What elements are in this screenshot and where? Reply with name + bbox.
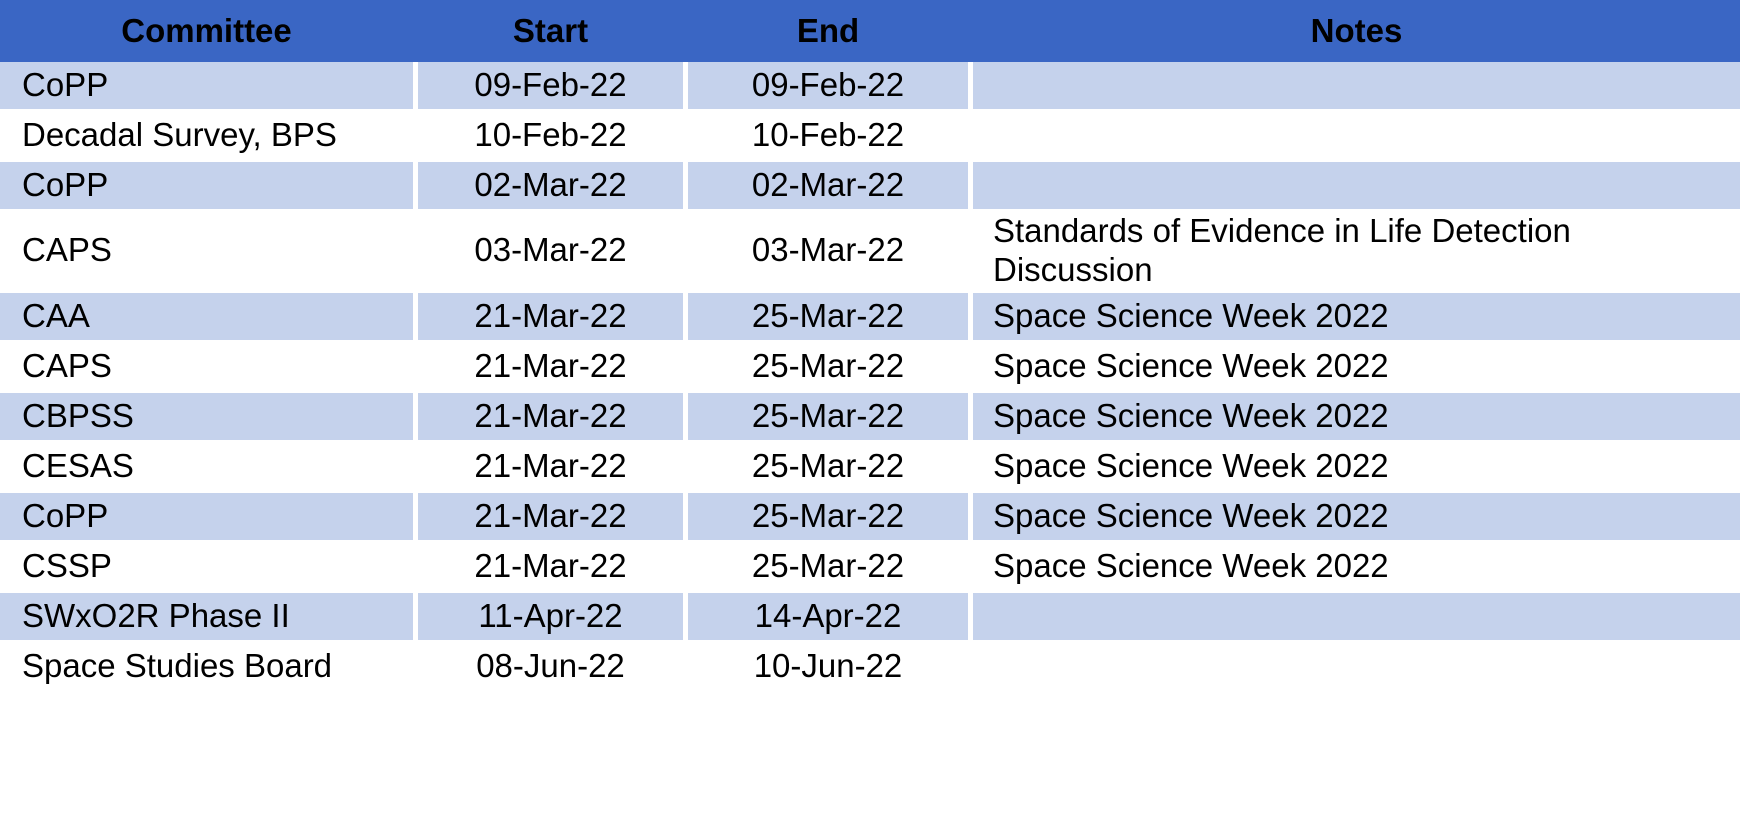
cell-notes xyxy=(973,642,1740,693)
cell-start: 21-Mar-22 xyxy=(418,342,683,393)
cell-end: 25-Mar-22 xyxy=(688,292,968,343)
cell-start: 21-Mar-22 xyxy=(418,292,683,343)
cell-start: 21-Mar-22 xyxy=(418,492,683,543)
cell-start: 03-Mar-22 xyxy=(418,212,683,293)
column-header-start[interactable]: Start xyxy=(418,0,683,62)
table-row[interactable]: Decadal Survey, BPS 10-Feb-22 10-Feb-22 xyxy=(0,112,1740,162)
table-row[interactable]: CBPSS 21-Mar-22 25-Mar-22 Space Science Wee… xyxy=(0,392,1740,443)
cell-notes: Space Science Week 2022 xyxy=(973,392,1740,443)
committee-schedule-table: Committee Start End Notes CoPP 09-Feb-22 0… xyxy=(0,0,1740,755)
cell-end: 25-Mar-22 xyxy=(688,542,968,593)
table-header: Committee Start End Notes xyxy=(0,0,1740,62)
column-header-notes[interactable]: Notes xyxy=(973,0,1740,62)
table-body: CoPP 09-Feb-22 09-Feb-22 Decadal Survey, BP… xyxy=(0,62,1740,755)
table-row[interactable]: CSSP 21-Mar-22 25-Mar-22 Space Science Week… xyxy=(0,542,1740,593)
table-row[interactable]: CAPS 03-Mar-22 03-Mar-22 Standards of Evide… xyxy=(0,212,1740,293)
cell-start: 11-Apr-22 xyxy=(418,592,683,643)
cell-end: 14-Apr-22 xyxy=(688,592,968,643)
cell-committee: CoPP xyxy=(0,162,413,212)
cell-committee: CESAS xyxy=(0,442,413,493)
table-bottom-spacer xyxy=(0,692,1740,755)
cell-end: 03-Mar-22 xyxy=(688,212,968,293)
cell-start: 21-Mar-22 xyxy=(418,442,683,493)
cell-start: 21-Mar-22 xyxy=(418,542,683,593)
cell-committee: Space Studies Board xyxy=(0,642,413,693)
table-row[interactable]: SWxO2R Phase II 11-Apr-22 14-Apr-22 xyxy=(0,592,1740,643)
cell-start: 10-Feb-22 xyxy=(418,112,683,162)
committee-schedule-table-container: Committee Start End Notes CoPP 09-Feb-22 0… xyxy=(0,0,1740,815)
cell-committee: CAPS xyxy=(0,342,413,393)
cell-notes xyxy=(973,162,1740,212)
cell-notes xyxy=(973,62,1740,112)
cell-committee: CSSP xyxy=(0,542,413,593)
cell-notes: Space Science Week 2022 xyxy=(973,442,1740,493)
cell-notes: Space Science Week 2022 xyxy=(973,342,1740,393)
table-bottom-spacer-cell xyxy=(0,692,1740,755)
cell-notes: Standards of Evidence in Life Detection … xyxy=(973,212,1740,293)
cell-end: 25-Mar-22 xyxy=(688,342,968,393)
cell-committee: CoPP xyxy=(0,62,413,112)
cell-end: 10-Feb-22 xyxy=(688,112,968,162)
table-row[interactable]: CAA 21-Mar-22 25-Mar-22 Space Science Week … xyxy=(0,292,1740,343)
cell-end: 25-Mar-22 xyxy=(688,442,968,493)
cell-notes: Space Science Week 2022 xyxy=(973,292,1740,343)
cell-start: 09-Feb-22 xyxy=(418,62,683,112)
table-header-row: Committee Start End Notes xyxy=(0,0,1740,62)
table-row[interactable]: CoPP 21-Mar-22 25-Mar-22 Space Science Week… xyxy=(0,492,1740,543)
cell-end: 10-Jun-22 xyxy=(688,642,968,693)
cell-start: 08-Jun-22 xyxy=(418,642,683,693)
table-row[interactable]: Space Studies Board 08-Jun-22 10-Jun-22 xyxy=(0,642,1740,693)
cell-notes xyxy=(973,112,1740,162)
cell-start: 21-Mar-22 xyxy=(418,392,683,443)
cell-committee: CAPS xyxy=(0,212,413,293)
cell-notes: Space Science Week 2022 xyxy=(973,492,1740,543)
table-row[interactable]: CoPP 02-Mar-22 02-Mar-22 xyxy=(0,162,1740,212)
cell-notes xyxy=(973,592,1740,643)
cell-end: 25-Mar-22 xyxy=(688,392,968,443)
cell-end: 02-Mar-22 xyxy=(688,162,968,212)
column-header-committee[interactable]: Committee xyxy=(0,0,413,62)
table-row[interactable]: CESAS 21-Mar-22 25-Mar-22 Space Science Wee… xyxy=(0,442,1740,493)
cell-start: 02-Mar-22 xyxy=(418,162,683,212)
cell-committee: CBPSS xyxy=(0,392,413,443)
table-row[interactable]: CAPS 21-Mar-22 25-Mar-22 Space Science Week… xyxy=(0,342,1740,393)
cell-end: 09-Feb-22 xyxy=(688,62,968,112)
cell-committee: Decadal Survey, BPS xyxy=(0,112,413,162)
table-row[interactable]: CoPP 09-Feb-22 09-Feb-22 xyxy=(0,62,1740,112)
cell-committee: SWxO2R Phase II xyxy=(0,592,413,643)
cell-notes: Space Science Week 2022 xyxy=(973,542,1740,593)
cell-committee: CAA xyxy=(0,292,413,343)
column-header-end[interactable]: End xyxy=(688,0,968,62)
cell-end: 25-Mar-22 xyxy=(688,492,968,543)
cell-committee: CoPP xyxy=(0,492,413,543)
